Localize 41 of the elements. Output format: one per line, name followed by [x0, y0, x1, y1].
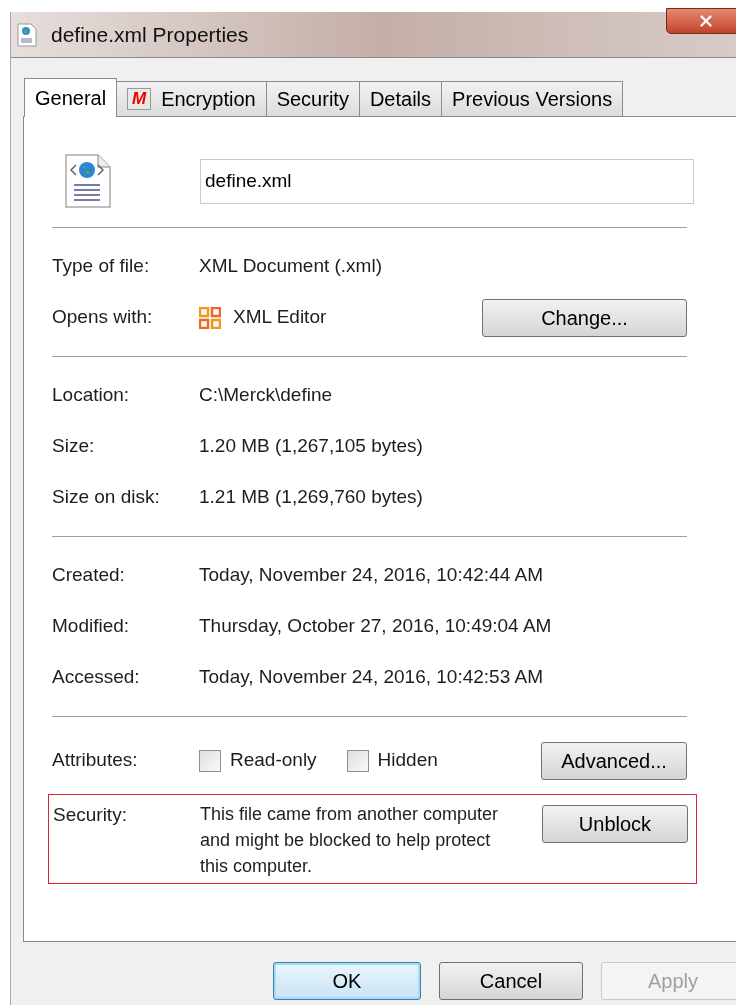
field-value: XML Document (.xml)	[199, 254, 382, 279]
field-value: C:\Merck\define	[199, 383, 333, 408]
field-label: Size on disk:	[52, 485, 161, 510]
field-value: Today, November 24, 2016, 10:42:53 AM	[199, 665, 543, 690]
close-icon	[697, 12, 715, 30]
dialog-button[interactable]: OK	[273, 962, 421, 1000]
field-label: Opens with:	[52, 305, 154, 330]
checkbox-label: Read-only	[230, 748, 317, 773]
checkbox[interactable]	[346, 749, 369, 772]
file-name-field[interactable]: define.xml	[200, 158, 694, 204]
field-label: Accessed:	[52, 665, 141, 690]
change-button[interactable]: Change...	[482, 298, 687, 337]
document-globe-icon	[17, 22, 37, 47]
field-label: Location:	[52, 383, 131, 408]
field-label: Size:	[52, 434, 96, 459]
field-value: 1.21 MB (1,269,760 bytes)	[199, 485, 423, 510]
field-value: Thursday, October 27, 2016, 10:49:04 AM	[199, 614, 552, 639]
window-title: define.xml Properties	[51, 21, 249, 48]
tab[interactable]: Previous Versions	[441, 81, 624, 116]
xml-document-icon	[62, 153, 114, 209]
field-label: Modified:	[52, 614, 131, 639]
field-value: 1.20 MB (1,267,105 bytes)	[199, 434, 423, 459]
tab[interactable]: M Encryption	[116, 81, 267, 116]
encryption-badge: M	[127, 88, 152, 110]
tab[interactable]: Details	[358, 81, 443, 116]
field-value: Today, November 24, 2016, 10:42:44 AM	[199, 563, 543, 588]
dialog-button[interactable]: Cancel	[439, 962, 583, 1000]
close-button[interactable]	[666, 8, 736, 34]
field-label: Type of file:	[52, 254, 151, 279]
field-label: Security:	[53, 803, 128, 827]
field-label: Created:	[52, 563, 126, 588]
tab[interactable]: Security	[265, 81, 360, 116]
unblock-button[interactable]: Unblock	[542, 805, 688, 843]
field-label: Attributes:	[52, 748, 139, 773]
advanced-button[interactable]: Advanced...	[541, 741, 687, 780]
security-message: This file came from another computer and might be blocked to help protect this computer.	[200, 803, 500, 878]
checkbox[interactable]	[199, 749, 221, 772]
field-value: XML Editor	[233, 305, 328, 330]
app-icon	[199, 306, 221, 329]
tab[interactable]: General	[24, 78, 118, 117]
checkbox-label: Hidden	[377, 748, 438, 773]
